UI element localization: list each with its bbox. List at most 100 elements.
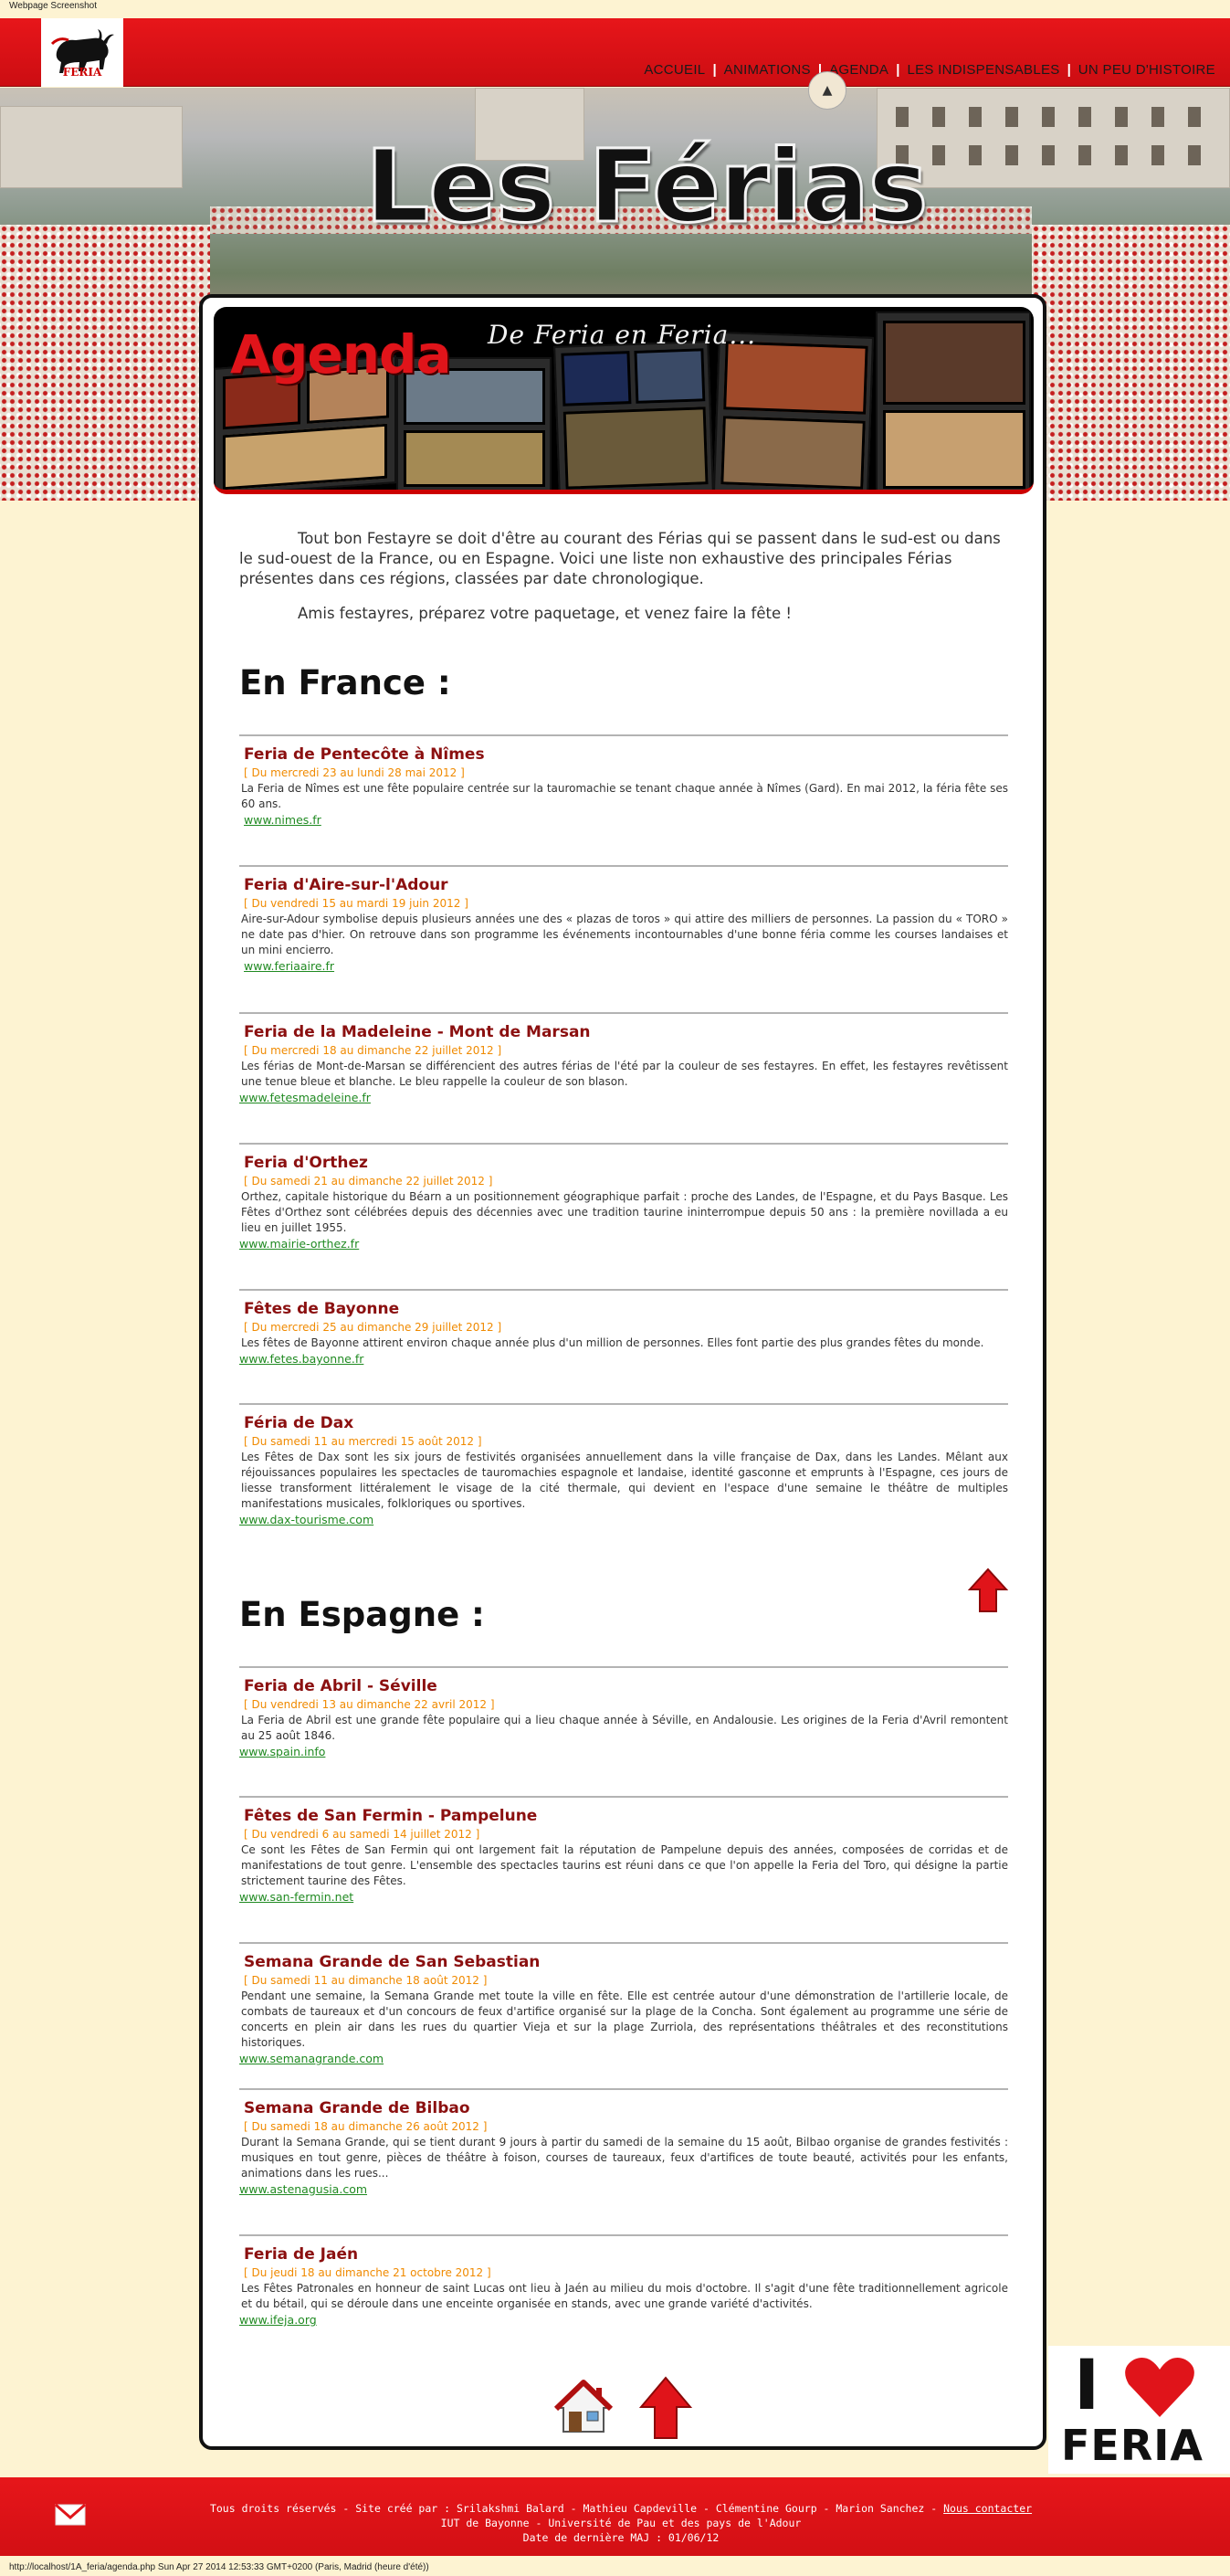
- nav-separator: |: [712, 62, 717, 78]
- event-description: Les Fêtes de Dax sont les six jours de f…: [241, 1451, 1008, 1510]
- section-heading-spain: En Espagne :: [239, 1595, 485, 1634]
- back-to-top-arrow-icon[interactable]: [638, 2376, 693, 2440]
- agenda-title: Agenda: [230, 323, 452, 385]
- event-description: Ce sont les Fêtes de San Fermin qui ont …: [241, 1843, 1008, 1887]
- footer-credits: Tous droits réservés - Site créé par : S…: [209, 2502, 938, 2515]
- event-card: Semana Grande de Bilbao [ Du samedi 18 a…: [239, 2088, 1008, 2196]
- event-description: Pendant une semaine, la Semana Grande me…: [241, 1990, 1008, 2049]
- footer-institution: IUT de Bayonne - Université de Pau et de…: [440, 2517, 802, 2529]
- event-card: Feria de la Madeleine - Mont de Marsan […: [239, 1012, 1008, 1104]
- film-frame: [876, 311, 1031, 490]
- event-title: Semana Grande de Bilbao: [244, 2099, 470, 2117]
- contact-link[interactable]: Nous contacter: [943, 2502, 1032, 2515]
- building-shape: [0, 106, 183, 188]
- footer-update-date: Date de dernière MAJ : 01/06/12: [522, 2531, 720, 2544]
- site-footer: Tous droits réservés - Site créé par : S…: [0, 2477, 1230, 2556]
- agenda-banner: Agenda De Feria en Feria...: [214, 307, 1034, 494]
- event-title: Feria d'Aire-sur-l'Adour: [244, 876, 448, 894]
- event-card: Fêtes de Bayonne [ Du mercredi 25 au dim…: [239, 1289, 1008, 1366]
- crowd-right: [1032, 225, 1230, 501]
- event-title: Feria de Abril - Séville: [244, 1677, 437, 1695]
- intro-call: Amis festayres, préparez votre paquetage…: [298, 605, 792, 622]
- event-card: Feria de Pentecôte à Nîmes [ Du mercredi…: [239, 734, 1008, 827]
- event-date: [ Du samedi 11 au dimanche 18 août 2012 …: [244, 1974, 488, 1987]
- event-date: [ Du jeudi 18 au dimanche 21 octobre 201…: [244, 2266, 491, 2279]
- logo-text: FERIA: [62, 65, 102, 79]
- event-title: Feria d'Orthez: [244, 1154, 368, 1172]
- event-date: [ Du mercredi 18 au dimanche 22 juillet …: [244, 1044, 502, 1057]
- main-nav: ACCUEIL | ANIMATIONS | AGENDA | LES INDI…: [638, 62, 1221, 78]
- nav-un-peu-d-histoire[interactable]: UN PEU D'HISTOIRE: [1073, 62, 1221, 78]
- event-link[interactable]: www.mairie-orthez.fr: [239, 1237, 1008, 1251]
- event-card: Feria d'Orthez [ Du samedi 21 au dimanch…: [239, 1143, 1008, 1251]
- event-link[interactable]: www.dax-tourisme.com: [239, 1513, 1008, 1526]
- event-date: [ Du samedi 18 au dimanche 26 août 2012 …: [244, 2120, 488, 2133]
- nav-animations[interactable]: ANIMATIONS: [719, 62, 816, 78]
- badge-letter: I: [1074, 2344, 1100, 2425]
- bull-logo-icon: FERIA: [50, 28, 114, 79]
- event-card: Feria de Abril - Séville [ Du vendredi 1…: [239, 1666, 1008, 1758]
- event-description: Les Fêtes Patronales en honneur de saint…: [241, 2282, 1008, 2310]
- event-title: Feria de Jaén: [244, 2245, 359, 2264]
- film-frame: [553, 341, 714, 490]
- event-card: Semana Grande de San Sebastian [ Du same…: [239, 1942, 1008, 2065]
- crowd-left: [0, 225, 210, 501]
- event-date: [ Du mercredi 23 au lundi 28 mai 2012 ]: [244, 766, 465, 779]
- event-link[interactable]: www.fetes.bayonne.fr: [239, 1352, 1008, 1366]
- event-link[interactable]: www.nimes.fr: [244, 813, 1008, 827]
- event-description: La Feria de Abril est une grande fête po…: [241, 1714, 1008, 1742]
- agenda-subtitle: De Feria en Feria...: [488, 320, 757, 350]
- event-link[interactable]: www.spain.info: [239, 1745, 1008, 1758]
- footer-text: Tous droits réservés - Site créé par : S…: [128, 2501, 1114, 2545]
- event-title: Semana Grande de San Sebastian: [244, 1953, 541, 1971]
- event-date: [ Du vendredi 15 au mardi 19 juin 2012 ]: [244, 897, 468, 910]
- footer-credits-line: Tous droits réservés - Site créé par : S…: [128, 2501, 1114, 2516]
- event-description: La Feria de Nîmes est une fête populaire…: [241, 782, 1008, 810]
- nav-separator: |: [1067, 62, 1071, 78]
- event-title: Fêtes de Bayonne: [244, 1300, 400, 1318]
- site-title: Les Férias: [363, 127, 929, 247]
- nav-indicator-icon: ▲: [808, 71, 846, 110]
- nav-accueil[interactable]: ACCUEIL: [638, 62, 710, 78]
- intro-paragraph: Tout bon Festayre se doit d'être au cour…: [239, 530, 1001, 587]
- event-date: [ Du samedi 11 au mercredi 15 août 2012 …: [244, 1435, 482, 1448]
- event-link[interactable]: www.semanagrande.com: [239, 2052, 1008, 2065]
- event-date: [ Du vendredi 13 au dimanche 22 avril 20…: [244, 1698, 495, 1711]
- browser-status-url: http://localhost/1A_feria/agenda.php Sun…: [9, 2562, 429, 2572]
- event-link[interactable]: www.ifeja.org: [239, 2313, 1008, 2327]
- building-shape: [877, 88, 1230, 188]
- event-date: [ Du mercredi 25 au dimanche 29 juillet …: [244, 1321, 502, 1334]
- back-to-top-arrow-icon[interactable]: [967, 1568, 1009, 1613]
- event-link[interactable]: www.feriaaire.fr: [244, 959, 1008, 973]
- event-title: Féria de Dax: [244, 1414, 354, 1432]
- event-card: Feria d'Aire-sur-l'Adour [ Du vendredi 1…: [239, 865, 1008, 973]
- event-link[interactable]: www.san-fermin.net: [239, 1890, 1008, 1904]
- event-date: [ Du samedi 21 au dimanche 22 juillet 20…: [244, 1175, 493, 1188]
- event-description: Les férias de Mont-de-Marsan se différen…: [241, 1060, 1008, 1088]
- site-logo[interactable]: FERIA: [41, 18, 123, 87]
- event-link[interactable]: www.fetesmadeleine.fr: [239, 1091, 1008, 1104]
- event-description: Aire-sur-Adour symbolise depuis plusieur…: [241, 913, 1008, 956]
- section-heading-france: En France :: [239, 663, 451, 702]
- event-date: [ Du vendredi 6 au samedi 14 juillet 201…: [244, 1828, 480, 1841]
- window-caption: Webpage Screenshot: [9, 1, 97, 11]
- event-card: Féria de Dax [ Du samedi 11 au mercredi …: [239, 1403, 1008, 1526]
- content-panel: Agenda De Feria en Feria... Tout bon Fes…: [199, 294, 1046, 2450]
- event-card: Fêtes de San Fermin - Pampelune [ Du ven…: [239, 1796, 1008, 1904]
- home-icon[interactable]: [553, 2379, 614, 2437]
- badge-word: FERIA: [1061, 2421, 1204, 2470]
- event-description: Orthez, capitale historique du Béarn a u…: [241, 1190, 1008, 1234]
- heart-icon: [1123, 2355, 1196, 2419]
- mail-icon[interactable]: [53, 2497, 88, 2532]
- site-header: FERIA ACCUEIL | ANIMATIONS | AGENDA | LE…: [0, 18, 1230, 87]
- event-title: Fêtes de San Fermin - Pampelune: [244, 1807, 538, 1825]
- nav-separator: |: [896, 62, 900, 78]
- nav-les-indispensables[interactable]: LES INDISPENSABLES: [901, 62, 1065, 78]
- event-title: Feria de Pentecôte à Nîmes: [244, 745, 485, 764]
- event-title: Feria de la Madeleine - Mont de Marsan: [244, 1023, 591, 1041]
- i-love-feria-badge: I FERIA: [1048, 2344, 1230, 2474]
- event-card: Feria de Jaén [ Du jeudi 18 au dimanche …: [239, 2234, 1008, 2327]
- event-description: Durant la Semana Grande, qui se tient du…: [241, 2136, 1008, 2180]
- film-frame: [712, 332, 875, 490]
- event-link[interactable]: www.astenagusia.com: [239, 2182, 1008, 2196]
